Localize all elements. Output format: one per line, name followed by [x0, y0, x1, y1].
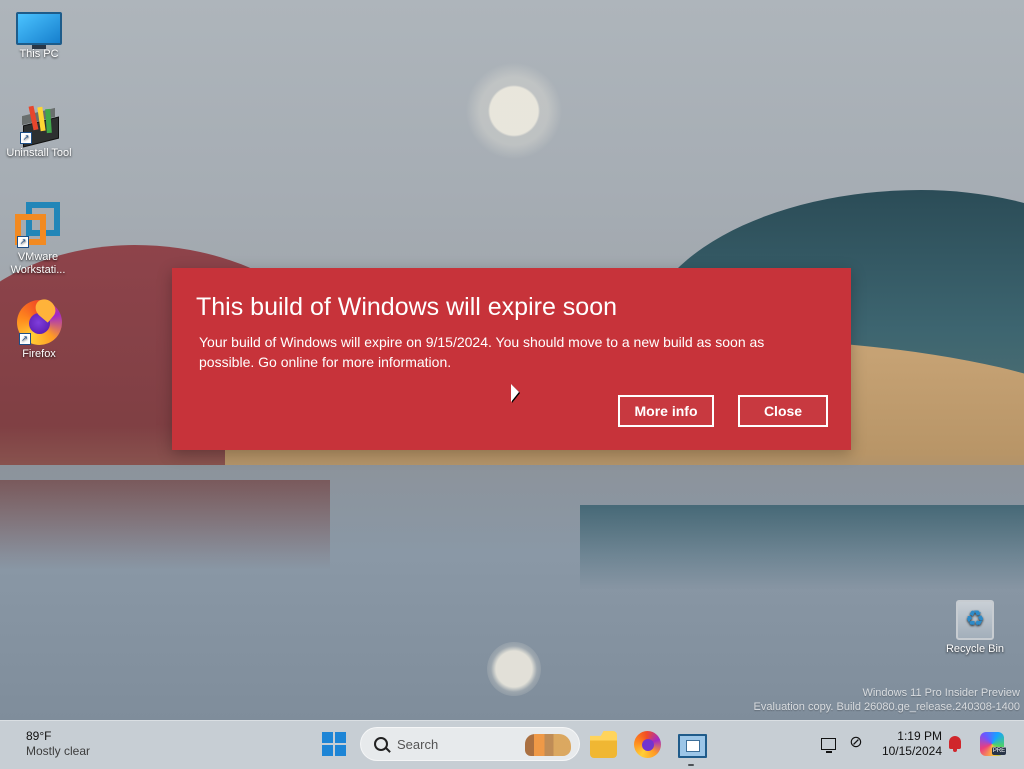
app-window-icon[interactable] [678, 734, 707, 758]
close-button[interactable]: Close [738, 395, 828, 427]
uninstall-tool-label: Uninstall Tool [6, 147, 72, 159]
more-info-button[interactable]: More info [618, 395, 714, 427]
search-placeholder: Search [397, 737, 439, 752]
display-icon[interactable] [821, 738, 836, 753]
expiry-dialog: This build of Windows will expire soon Y… [172, 268, 851, 450]
notification-bell-icon[interactable] [949, 736, 961, 752]
file-explorer-icon[interactable] [590, 731, 617, 758]
clock-date: 10/15/2024 [881, 744, 942, 758]
firefox-label: Firefox [22, 348, 56, 360]
search-icon [374, 737, 388, 751]
copilot-preview-badge: PRE [992, 747, 1006, 755]
start-button[interactable] [322, 732, 347, 757]
dialog-message: Your build of Windows will expire on 9/1… [199, 334, 765, 370]
vmware-workstation-label: VMware Workstati... [10, 251, 66, 276]
recycle-bin-label: Recycle Bin [945, 643, 1005, 655]
desktop-icon-firefox[interactable]: ↗ Firefox [1, 300, 77, 361]
network-disconnected-icon[interactable]: ⊘ [848, 735, 864, 751]
desktop-icon-recycle-bin[interactable]: ♻ Recycle Bin [937, 600, 1013, 656]
uninstall-tool-icon: ↗ [18, 105, 60, 148]
clock-time: 1:19 PM [897, 729, 942, 743]
firefox-icon: ↗ [16, 300, 62, 345]
watermark-edition: Windows 11 Pro Insider Preview [862, 687, 1020, 699]
windows-logo-icon [335, 732, 346, 743]
this-pc-icon [16, 12, 62, 49]
taskbar: 89°F Mostly clear Search ⊘ 1:19 PM 10/15… [0, 720, 1024, 769]
moon-reflection [487, 642, 541, 696]
weather-temperature: 89°F [26, 729, 52, 743]
search-highlight-icon [525, 734, 571, 756]
taskbar-search-box[interactable]: Search [360, 727, 580, 761]
weather-condition: Mostly clear [26, 744, 91, 758]
weather-widget[interactable]: 89°F Mostly clear [26, 729, 90, 759]
windows-logo-icon [322, 732, 333, 743]
mouse-pointer-icon [511, 384, 519, 402]
red-water-reflection [0, 480, 330, 570]
blue-water-reflection [580, 505, 1024, 590]
vmware-workstation-icon: ↗ [15, 202, 61, 248]
recycle-bin-icon: ♻ [956, 600, 994, 640]
desktop-icon-uninstall-tool[interactable]: ↗ Uninstall Tool [1, 105, 77, 160]
firefox-taskbar-icon[interactable] [634, 731, 661, 758]
dialog-title: This build of Windows will expire soon [196, 293, 618, 321]
running-app-indicator [688, 764, 694, 766]
this-pc-label: This PC [19, 48, 59, 60]
watermark-build: Evaluation copy. Build 26080.ge_release.… [753, 701, 1020, 713]
windows-logo-icon [322, 745, 333, 756]
desktop-icon-vmware-workstation[interactable]: ↗ VMware Workstati... [0, 202, 76, 277]
desktop-icon-this-pc[interactable]: This PC [1, 12, 77, 61]
system-clock[interactable]: 1:19 PM 10/15/2024 [876, 729, 942, 759]
windows-watermark: Windows 11 Pro Insider Preview Evaluatio… [720, 686, 1020, 714]
windows-logo-icon [335, 745, 346, 756]
